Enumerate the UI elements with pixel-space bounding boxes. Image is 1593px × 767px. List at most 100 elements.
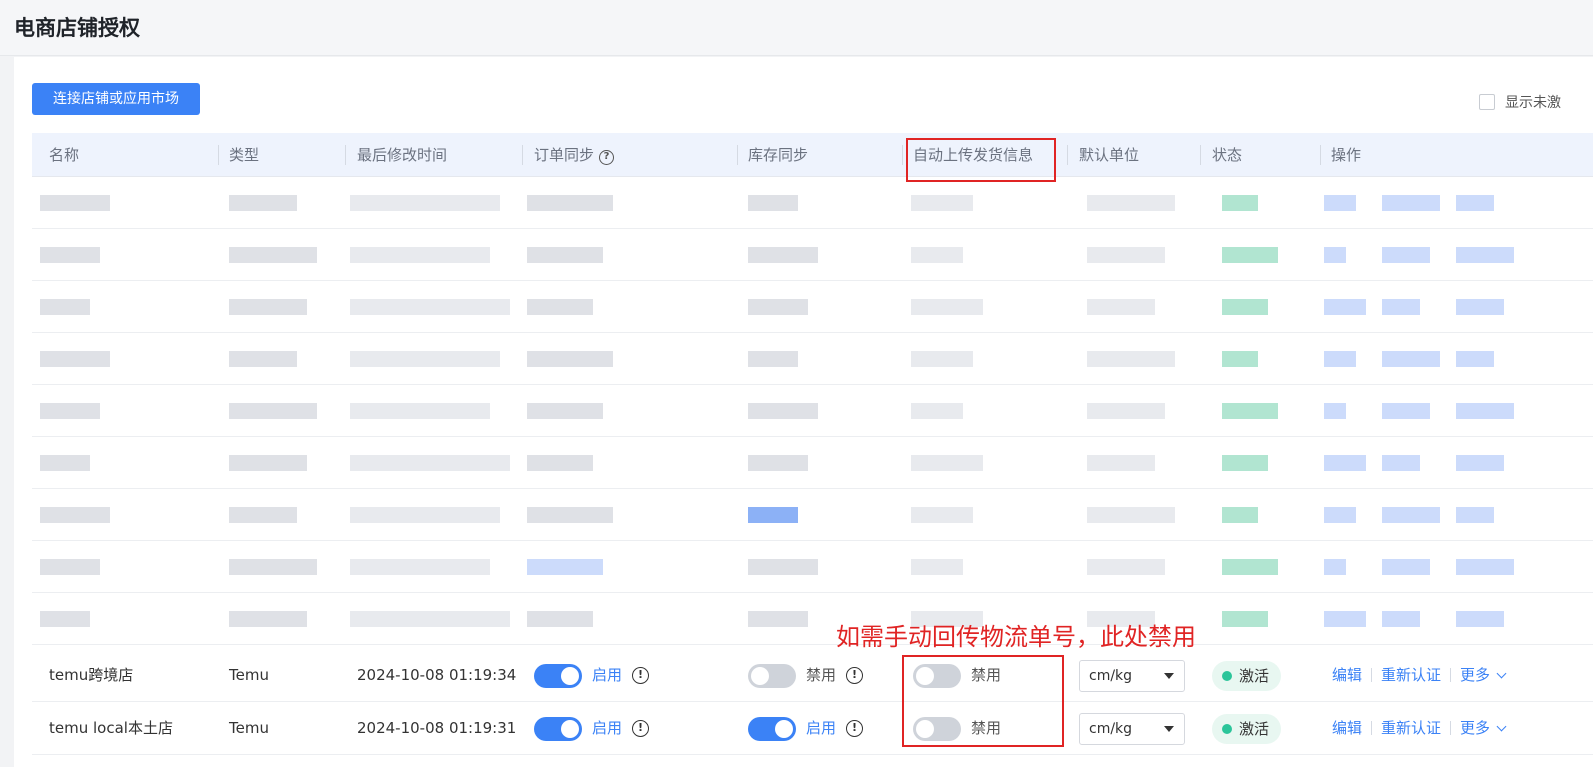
redacted-block bbox=[527, 455, 593, 471]
info-icon[interactable]: ! bbox=[632, 667, 650, 684]
redacted-block bbox=[40, 403, 100, 419]
modified-time: 2024-10-08 01:19:34 bbox=[357, 666, 517, 684]
redacted-row bbox=[32, 333, 1593, 385]
redacted-row bbox=[32, 281, 1593, 333]
help-icon[interactable]: ? bbox=[599, 150, 615, 165]
edit-link[interactable]: 编辑 bbox=[1332, 666, 1362, 684]
redacted-block bbox=[229, 507, 297, 523]
redacted-block bbox=[1324, 299, 1366, 315]
redacted-block bbox=[527, 195, 613, 211]
redacted-block bbox=[1382, 247, 1430, 263]
redacted-block bbox=[1382, 611, 1420, 627]
stock-sync-label: 启用 bbox=[806, 719, 837, 737]
stock-sync-switch[interactable] bbox=[748, 663, 796, 688]
redacted-block bbox=[350, 403, 490, 419]
column-header-modified[interactable]: 最后修改时间 bbox=[357, 133, 447, 177]
info-icon[interactable]: ! bbox=[846, 667, 864, 684]
redacted-block bbox=[1222, 195, 1258, 211]
redacted-block bbox=[748, 247, 818, 263]
redacted-block bbox=[1382, 299, 1420, 315]
order-sync-label: 启用 bbox=[592, 719, 623, 737]
redacted-block bbox=[911, 507, 973, 523]
redacted-block bbox=[40, 351, 110, 367]
annotation-text: 如需手动回传物流单号，此处禁用 bbox=[836, 623, 1196, 651]
stock-sync-cell: 禁用! bbox=[748, 649, 864, 702]
table-header: 名称 类型 最后修改时间 订单同步? 库存同步 自动上传发货信息 默认单位 状态… bbox=[32, 133, 1593, 177]
column-header-actions[interactable]: 操作 bbox=[1331, 133, 1361, 177]
caret-down-icon bbox=[1164, 725, 1174, 732]
redacted-block bbox=[748, 299, 808, 315]
modified-time: 2024-10-08 01:19:31 bbox=[357, 719, 517, 737]
status-badge: 激活 bbox=[1212, 713, 1282, 744]
redacted-block bbox=[527, 247, 603, 263]
actions-cell: 编辑 重新认证 更多 bbox=[1332, 649, 1507, 702]
redacted-block bbox=[1456, 507, 1494, 523]
status-cell: 激活 bbox=[1212, 649, 1282, 702]
show-inactive-checkbox[interactable] bbox=[1479, 94, 1495, 110]
redacted-block bbox=[350, 559, 490, 575]
redacted-block bbox=[1456, 351, 1494, 367]
redacted-row bbox=[32, 541, 1593, 593]
redacted-block bbox=[1456, 299, 1504, 315]
info-icon[interactable]: ! bbox=[846, 720, 864, 737]
page-header: 电商店铺授权 bbox=[0, 0, 1593, 56]
more-link[interactable]: 更多 bbox=[1460, 666, 1490, 684]
column-header-type[interactable]: 类型 bbox=[229, 133, 259, 177]
more-link[interactable]: 更多 bbox=[1460, 719, 1490, 737]
order-sync-cell: 启用! bbox=[534, 702, 650, 755]
order-sync-label: 启用 bbox=[592, 666, 623, 684]
redacted-block bbox=[1087, 559, 1165, 575]
stock-sync-label: 禁用 bbox=[806, 666, 837, 684]
redacted-block bbox=[1456, 403, 1514, 419]
redacted-block bbox=[229, 299, 307, 315]
redacted-block bbox=[527, 403, 603, 419]
table-row: temu local本土店 Temu 2024-10-08 01:19:31 启… bbox=[32, 702, 1593, 755]
info-icon[interactable]: ! bbox=[632, 720, 650, 737]
annotation-box-switches bbox=[902, 655, 1064, 747]
redacted-block bbox=[911, 351, 973, 367]
redacted-block bbox=[748, 611, 808, 627]
order-sync-cell: 启用! bbox=[534, 649, 650, 702]
order-sync-switch[interactable] bbox=[534, 716, 582, 741]
connect-store-button[interactable]: 连接店铺或应用市场 bbox=[32, 83, 200, 115]
reauth-link[interactable]: 重新认证 bbox=[1381, 719, 1441, 737]
column-header-default-unit[interactable]: 默认单位 bbox=[1079, 133, 1139, 177]
redacted-block bbox=[1456, 195, 1494, 211]
redacted-block bbox=[1087, 247, 1165, 263]
redacted-block bbox=[229, 455, 307, 471]
status-dot-icon bbox=[1222, 670, 1232, 681]
redacted-block bbox=[1087, 455, 1155, 471]
redacted-block bbox=[350, 299, 510, 315]
column-header-status[interactable]: 状态 bbox=[1212, 133, 1242, 177]
redacted-block bbox=[350, 507, 500, 523]
column-header-order-sync[interactable]: 订单同步? bbox=[534, 133, 615, 177]
reauth-link[interactable]: 重新认证 bbox=[1381, 666, 1441, 684]
unit-select[interactable]: cm/kg bbox=[1079, 712, 1185, 745]
redacted-block bbox=[748, 455, 808, 471]
redacted-block bbox=[1324, 351, 1356, 367]
stock-sync-switch[interactable] bbox=[748, 716, 796, 741]
chevron-down-icon[interactable] bbox=[1496, 668, 1507, 679]
status-dot-icon bbox=[1222, 723, 1232, 734]
show-inactive-toggle[interactable]: 显示未激 bbox=[1479, 92, 1561, 112]
column-header-stock-sync[interactable]: 库存同步 bbox=[748, 133, 808, 177]
order-sync-switch[interactable] bbox=[534, 663, 582, 688]
redacted-block bbox=[229, 611, 307, 627]
redacted-block bbox=[1222, 403, 1278, 419]
redacted-block bbox=[527, 299, 593, 315]
chevron-down-icon[interactable] bbox=[1496, 721, 1507, 732]
redacted-block bbox=[911, 195, 973, 211]
redacted-block bbox=[1324, 507, 1356, 523]
redacted-block bbox=[748, 559, 818, 575]
redacted-block bbox=[1382, 195, 1440, 211]
column-header-name[interactable]: 名称 bbox=[49, 133, 79, 177]
redacted-block bbox=[527, 611, 593, 627]
edit-link[interactable]: 编辑 bbox=[1332, 719, 1362, 737]
redacted-block bbox=[1087, 351, 1175, 367]
redacted-block bbox=[1222, 247, 1278, 263]
redacted-block bbox=[1087, 299, 1155, 315]
redacted-block bbox=[40, 455, 90, 471]
redacted-block bbox=[911, 299, 983, 315]
unit-select[interactable]: cm/kg bbox=[1079, 659, 1185, 692]
redacted-block bbox=[350, 455, 510, 471]
